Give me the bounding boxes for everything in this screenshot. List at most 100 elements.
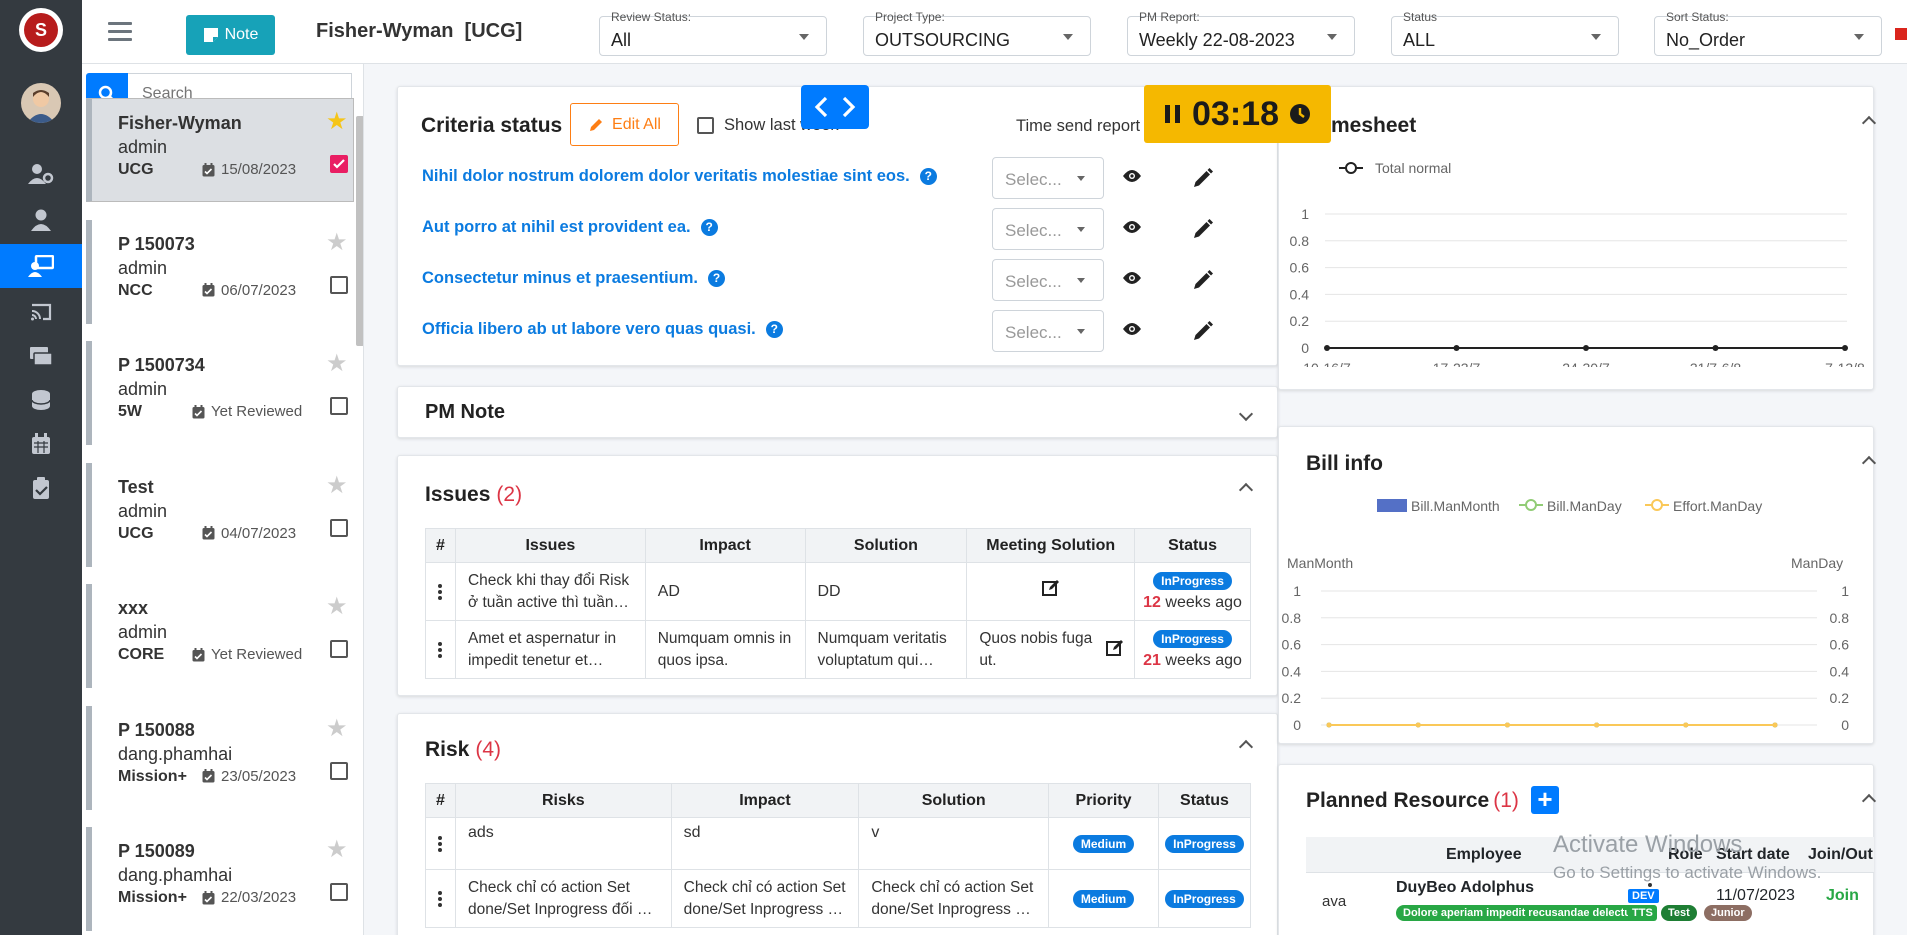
criteria-text[interactable]: Aut porro at nihil est provident ea.? — [422, 218, 718, 237]
project-owner: dang.phamhai — [118, 865, 233, 885]
help-icon[interactable]: ? — [700, 219, 718, 236]
criteria-title: Criteria status — [421, 114, 563, 137]
risk-table: # Risks Impact Solution Priority Status … — [425, 783, 1252, 928]
chevron-down-icon[interactable] — [1238, 406, 1254, 422]
project-type-filter[interactable]: Project Type: OUTSOURCING — [863, 10, 1091, 56]
impact-cell: sd — [670, 817, 860, 870]
chevron-left-icon[interactable] — [814, 96, 828, 118]
project-list-item[interactable]: xxx admin CORE Yet Reviewed ★ — [86, 584, 354, 688]
menu-toggle-icon[interactable] — [108, 22, 132, 46]
star-icon[interactable]: ★ — [326, 107, 348, 136]
pencil-icon[interactable] — [1192, 218, 1214, 240]
select-checkbox[interactable] — [330, 640, 348, 658]
show-last-week-checkbox[interactable] — [697, 117, 714, 134]
list-scrollbar[interactable] — [356, 116, 363, 346]
pause-icon[interactable] — [1164, 103, 1182, 125]
select-checkbox[interactable] — [330, 883, 348, 901]
project-code: Mission+ — [118, 767, 187, 785]
star-icon[interactable]: ★ — [326, 592, 348, 621]
star-icon[interactable]: ★ — [326, 471, 348, 500]
edit-note-icon[interactable] — [1041, 579, 1060, 597]
select-checkbox[interactable] — [330, 518, 348, 537]
star-icon[interactable]: ★ — [326, 714, 348, 743]
pencil-icon[interactable] — [1192, 269, 1214, 291]
chevron-up-icon[interactable] — [1238, 482, 1254, 498]
select-checkbox[interactable] — [330, 275, 348, 294]
eye-icon[interactable] — [1122, 220, 1142, 234]
criteria-status-select[interactable]: Selec... — [992, 157, 1104, 199]
report-timer[interactable]: 03:18 — [1144, 85, 1331, 143]
join-link[interactable]: Join — [1826, 887, 1859, 905]
help-icon[interactable]: ? — [919, 168, 937, 185]
pm-note-card[interactable]: PM Note — [397, 386, 1278, 438]
criteria-text[interactable]: Consectetur minus et praesentium.? — [422, 269, 725, 288]
criteria-status-select[interactable]: Selec... — [992, 208, 1104, 250]
star-icon[interactable]: ★ — [326, 349, 348, 378]
nav-user-icon[interactable] — [0, 198, 82, 242]
chevron-up-icon[interactable] — [1861, 793, 1877, 809]
row-menu-icon[interactable] — [425, 562, 456, 621]
add-resource-button[interactable]: + — [1531, 786, 1559, 814]
select-checkbox[interactable] — [330, 761, 348, 780]
issues-table: # Issues Impact Solution Meeting Solutio… — [425, 528, 1251, 679]
project-list-item[interactable]: Test admin UCG 04/07/2023 ★ — [86, 462, 354, 567]
data-point — [1842, 345, 1848, 351]
user-avatar[interactable] — [21, 83, 61, 123]
nav-calendar-icon[interactable] — [0, 422, 82, 466]
eye-icon[interactable] — [1122, 322, 1142, 336]
project-list-item[interactable]: P 150089 dang.phamhai Mission+ 22/03/2023 ★ — [86, 827, 354, 931]
review-status-filter[interactable]: Review Status: All — [599, 10, 827, 56]
pm-report-filter[interactable]: PM Report: Weekly 22-08-2023 — [1127, 10, 1355, 56]
chevron-up-icon[interactable] — [1238, 739, 1254, 755]
eye-icon[interactable] — [1122, 271, 1142, 285]
sort-status-filter[interactable]: Sort Status: No_Order — [1654, 10, 1882, 56]
pencil-icon[interactable] — [1192, 167, 1214, 189]
bill-info-chart: Bill.ManMonth Bill.ManDay Effort.ManDay Man… — [1282, 498, 1850, 733]
nav-user-settings-icon[interactable] — [0, 152, 82, 196]
nav-projects-icon[interactable] — [0, 244, 82, 288]
language-flag-icon[interactable] — [1895, 28, 1907, 40]
nav-cast-icon[interactable] — [0, 290, 82, 334]
edit-note-icon[interactable] — [1106, 639, 1124, 657]
nav-clipboard-icon[interactable] — [0, 466, 82, 510]
chevron-right-icon[interactable] — [842, 96, 856, 118]
chevron-up-icon[interactable] — [1861, 115, 1877, 131]
time-send-report-label: Time send report — [1016, 117, 1141, 135]
star-icon[interactable]: ★ — [326, 835, 348, 864]
project-list-item[interactable]: P 150088 dang.phamhai Mission+ 23/05/2023 ★ — [86, 705, 354, 810]
nav-database-icon[interactable] — [0, 378, 82, 422]
criteria-status-select[interactable]: Selec... — [992, 259, 1104, 301]
project-name: P 150073 — [118, 233, 195, 254]
status-filter[interactable]: Status ALL — [1391, 10, 1619, 56]
help-icon[interactable]: ? — [765, 321, 783, 338]
star-icon[interactable]: ★ — [326, 228, 348, 257]
edit-all-button[interactable]: Edit All — [570, 103, 679, 146]
select-checkbox[interactable] — [330, 397, 348, 415]
select-checkbox[interactable] — [330, 155, 348, 173]
help-icon[interactable]: ? — [707, 270, 725, 287]
pencil-icon[interactable] — [1192, 320, 1214, 342]
criteria-row: Consectetur minus et praesentium.? Selec.… — [422, 259, 1262, 301]
y2-tick-label: 0.4 — [1830, 663, 1850, 679]
chevron-down-icon — [1854, 34, 1864, 40]
project-list-item[interactable]: P 150073 admin NCC 06/07/2023 ★ — [86, 219, 354, 324]
row-menu-icon[interactable] — [425, 620, 456, 679]
app-logo[interactable]: S — [19, 8, 63, 52]
table-row: Amet et aspernatur in impedit tenetur et… — [425, 620, 1251, 679]
eye-icon[interactable] — [1122, 169, 1142, 183]
row-menu-icon[interactable] — [425, 869, 456, 928]
employee-name[interactable]: DuyBeo Adolphus — [1396, 879, 1534, 897]
note-button[interactable]: Note — [186, 15, 275, 55]
priority-badge: Medium — [1072, 889, 1135, 908]
project-title: Fisher-Wyman [UCG] — [316, 20, 523, 42]
x-tick-label: 24-30/7 — [1562, 360, 1610, 367]
issues-count: (2) — [496, 483, 523, 506]
criteria-status-select[interactable]: Selec... — [992, 310, 1104, 352]
chevron-up-icon[interactable] — [1861, 455, 1877, 471]
criteria-text[interactable]: Nihil dolor nostrum dolorem dolor verita… — [422, 167, 937, 186]
nav-money-icon[interactable] — [0, 334, 82, 378]
criteria-text[interactable]: Officia libero ab ut labore vero quas qu… — [422, 320, 783, 339]
project-list-item[interactable]: P 1500734 admin 5W Yet Reviewed ★ — [86, 341, 354, 445]
project-list-item[interactable]: Fisher-Wyman admin UCG 15/08/2023 ★ — [86, 98, 354, 202]
row-menu-icon[interactable] — [425, 817, 456, 870]
